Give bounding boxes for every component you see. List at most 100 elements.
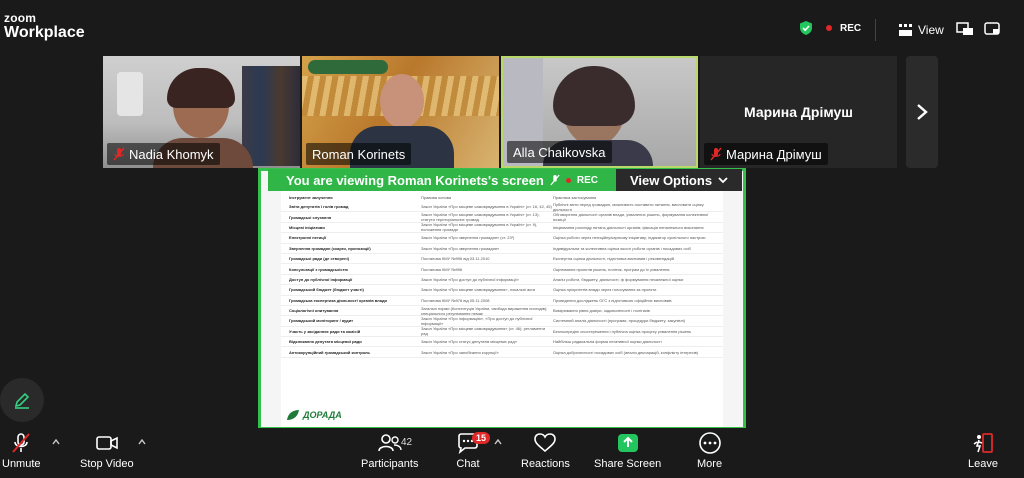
header-col-1: Інструмент залучення <box>289 195 333 200</box>
doc-table-row: Громадська експертиза діяльності органів… <box>281 296 723 306</box>
leave-door-icon <box>973 433 993 453</box>
doc-table-row: Звіти депутатів і голів громад Закон Укра… <box>281 201 723 213</box>
video-tile[interactable]: Nadia Khomyk <box>103 56 300 168</box>
annotate-button[interactable] <box>0 378 44 422</box>
doc-cell: Антикорупційний громадський контроль <box>289 349 371 355</box>
chat-label: Chat <box>456 458 480 470</box>
doc-cell: Громадські ради (де створені) <box>289 256 350 262</box>
dorada-logo: ДОРАДА <box>286 409 342 421</box>
doc-cell: Безпосереднє спостереження і публічна оц… <box>553 328 692 334</box>
shared-document: Інструмент залучення Правова основа Прак… <box>281 191 723 427</box>
doc-table-row: Соціологічні опитування Загальні норми (К… <box>281 306 723 317</box>
doc-cell: Оцінка пріоритетів влади через голосуван… <box>553 287 657 293</box>
doc-cell: Участь у засіданнях ради та комісій <box>289 328 361 334</box>
doc-cell: Закон України «Про статус депутатів місц… <box>421 339 517 345</box>
participants-icon <box>377 434 402 452</box>
share-screen-label: Share Screen <box>594 458 662 470</box>
minimize-window-icon[interactable] <box>984 22 1002 36</box>
doc-cell: Відкликання депутата місцевої ради <box>289 339 362 345</box>
reactions-button[interactable]: Reactions <box>521 432 570 470</box>
mic-muted-icon <box>12 433 31 453</box>
doc-table-row: Консультації з громадськістю Постанова КМ… <box>281 264 723 275</box>
video-tile[interactable]: Alla Chaikovska <box>501 56 698 168</box>
view-button[interactable]: View <box>899 23 944 37</box>
view-options-label: View Options <box>629 172 713 188</box>
viewing-text: You are viewing Roman Korinets's screen <box>286 172 544 188</box>
doc-table-row: Громадські слухання Закон України «Про мі… <box>281 212 723 223</box>
heart-icon <box>534 433 557 453</box>
participant-display-name: Марина Дрімуш <box>744 104 853 120</box>
lamp <box>117 72 143 116</box>
doc-table-row: Електронні петиції Закон України «Про зве… <box>281 233 723 244</box>
doc-table-row: Громадський бюджет (бюджет участі) Закон … <box>281 285 723 296</box>
stop-video-label: Stop Video <box>80 458 134 470</box>
participant-name: Марина Дрімуш <box>726 146 822 162</box>
bookshelf <box>242 66 300 166</box>
doc-cell: Постанова КМУ №996 <box>421 266 463 272</box>
participants-count: 42 <box>401 437 413 448</box>
more-options-icon <box>698 432 721 454</box>
logo-text: ДОРАДА <box>303 410 342 420</box>
doc-cell: Проведення досліджень ОГС з підготовкою … <box>553 297 672 303</box>
doc-cell: Громадські слухання <box>289 214 332 220</box>
video-tile-camera-off[interactable]: Марина Дрімуш Марина Дрімуш <box>700 56 897 168</box>
chevron-up-icon[interactable] <box>494 439 502 445</box>
participant-name-bar: Alla Chaikovska <box>507 141 612 163</box>
doc-cell: Обговорення діяльності органів влади, ух… <box>553 212 709 223</box>
chevron-up-icon[interactable] <box>138 439 146 445</box>
doc-cell: Соціологічні опитування <box>289 308 339 314</box>
doc-cell: Найбільш радикальна форма негативної оці… <box>553 339 662 345</box>
recording-indicator[interactable]: REC <box>798 20 861 36</box>
leave-label: Leave <box>968 458 998 470</box>
doc-cell: Публічні звіти перед громадою, можливіст… <box>553 201 704 212</box>
doc-cell: Системний аналіз діяльності (програми, п… <box>553 318 685 324</box>
doc-cell: Місцеві ініціативи <box>289 224 325 230</box>
doc-cell: Закон України «Про місцеве самоврядуванн… <box>421 287 536 293</box>
encryption-shield-icon[interactable] <box>798 20 814 36</box>
divider <box>875 19 876 41</box>
doc-cell: Закон України «Про місцеве самоврядуванн… <box>421 222 538 233</box>
participant-hair <box>167 68 235 108</box>
doc-table-row: Місцеві ініціативи Закон України «Про міс… <box>281 222 723 234</box>
participant-name: Nadia Khomyk <box>129 146 214 162</box>
view-label: View <box>918 23 944 37</box>
doc-cell: Вимірювання рівня довіри, задоволеності … <box>553 308 650 314</box>
leave-button[interactable]: Leave <box>968 432 998 470</box>
header-col-3: Практика застосування <box>553 195 597 200</box>
doc-table-row: Антикорупційний громадський контроль Зако… <box>281 347 723 358</box>
video-tile-active-speaker[interactable]: Roman Korinets <box>302 56 499 168</box>
mic-muted-icon <box>113 147 125 161</box>
header-col-2: Правова основа <box>421 195 452 200</box>
doc-table-row: Громадський моніторинг / аудит Закон Укра… <box>281 316 723 327</box>
doc-cell: Закон України «Про запобігання корупції» <box>421 349 499 355</box>
chat-unread-badge: 15 <box>472 432 491 444</box>
doc-cell: Громадський бюджет (бюджет участі) <box>289 287 364 293</box>
doc-table-row: Участь у засіданнях ради та комісій Закон… <box>281 326 723 338</box>
unmute-button[interactable]: Unmute <box>2 432 41 470</box>
rec-dot-icon <box>826 25 832 31</box>
share-screen-button[interactable]: Share Screen <box>594 432 661 470</box>
meeting-toolbar: Unmute Stop Video Participants 42 Chat 1… <box>0 428 1024 478</box>
share-screen-icon <box>617 434 638 452</box>
chevron-up-icon[interactable] <box>52 439 60 445</box>
next-page-button[interactable] <box>906 56 938 168</box>
doc-cell: Електронні петиції <box>289 235 326 241</box>
pencil-icon <box>14 392 30 409</box>
participant-strip: Nadia Khomyk Roman Korinets Alla Chaikov… <box>103 56 897 168</box>
rec-label: REC <box>840 22 862 34</box>
picture-in-picture-icon[interactable] <box>956 22 974 36</box>
more-button[interactable]: More <box>697 432 722 470</box>
view-options-button[interactable]: View Options <box>616 169 742 191</box>
top-bar: zoom Workplace REC View <box>0 0 1024 52</box>
participant-name: Alla Chaikovska <box>513 144 606 160</box>
doc-table-row: Звернення громадян (скарги, пропозиції) З… <box>281 244 723 254</box>
participant-name-bar: Nadia Khomyk <box>107 143 220 165</box>
stop-video-button[interactable]: Stop Video <box>80 432 134 470</box>
zoom-meeting-window: zoom Workplace REC View Nadia Khomyk Rom… <box>0 0 1024 478</box>
doc-table-row: Громадські ради (де створені) Постанова К… <box>281 254 723 265</box>
participant-head <box>380 74 424 128</box>
chevron-down-icon <box>718 176 728 183</box>
doc-cell: Закон України «Про звернення громадян» (… <box>421 235 515 241</box>
participant-name-bar: Roman Korinets <box>306 143 412 165</box>
video-camera-icon <box>96 436 118 450</box>
